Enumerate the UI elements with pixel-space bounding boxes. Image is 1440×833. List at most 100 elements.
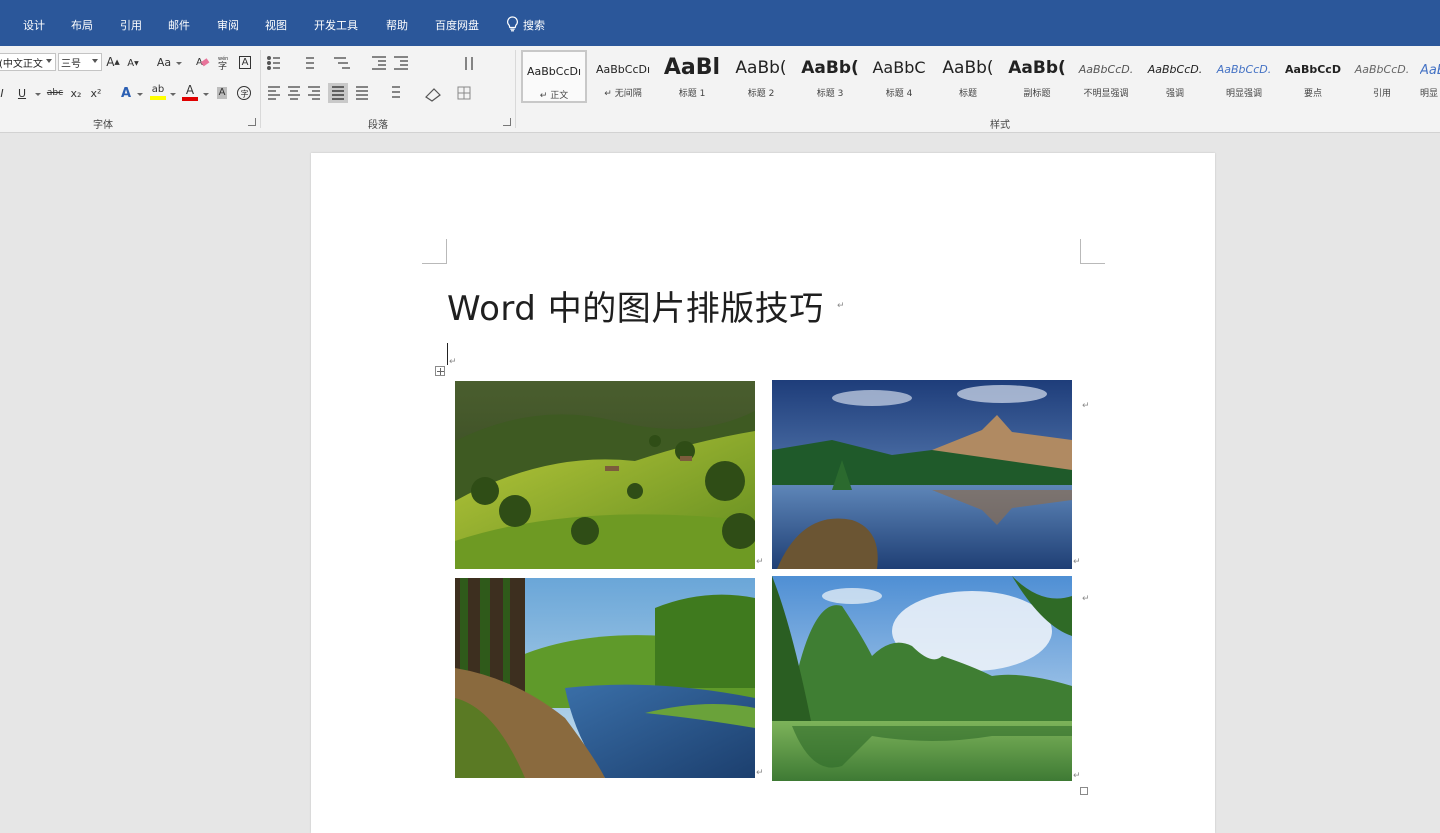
highlight-button[interactable]: ab — [148, 82, 168, 102]
style-name: 标题 1 — [678, 89, 706, 99]
multilevel-list-button[interactable] — [333, 53, 353, 73]
text-cursor — [447, 343, 448, 365]
strikethrough-button[interactable]: abc — [44, 83, 66, 103]
align-center-button[interactable] — [286, 83, 302, 103]
style-emphasis[interactable]: AaBbCcD. 强调 — [1142, 50, 1208, 103]
font-name-combo[interactable]: (中文正文 — [0, 53, 56, 71]
character-border-button[interactable]: A — [236, 52, 254, 72]
subscript-button[interactable]: x₂ — [68, 83, 84, 103]
green-hills-photo[interactable] — [455, 381, 755, 569]
font-color-button[interactable]: A — [181, 82, 199, 102]
phonetic-guide-button[interactable]: wén 字 — [215, 52, 233, 72]
superscript-button[interactable]: x² — [88, 83, 104, 103]
bullets-button[interactable] — [266, 53, 282, 73]
underline-button[interactable]: U — [15, 83, 29, 103]
tab-help[interactable]: 帮助 — [386, 17, 408, 33]
numbering-button[interactable] — [304, 53, 320, 73]
style-heading-2[interactable]: AaBb( 标题 2 — [728, 50, 794, 103]
svg-text:wén: wén — [218, 55, 228, 62]
style-sample: AaBb( — [942, 58, 994, 78]
increase-indent-button[interactable] — [392, 53, 410, 73]
subscript-icon: x₂ — [70, 86, 82, 100]
enclose-characters-button[interactable]: 字 — [235, 83, 253, 103]
sort-button[interactable] — [462, 53, 480, 73]
style-name: ↵ 正文 — [539, 91, 569, 101]
borders-button[interactable] — [452, 83, 478, 103]
style-heading-3[interactable]: AaBb( 标题 3 — [797, 50, 863, 103]
enclose-characters-icon: 字 — [237, 86, 251, 100]
style-sample: AaBb( — [735, 58, 787, 78]
font-color-bar — [182, 96, 198, 101]
green-hills-image — [455, 381, 755, 569]
tab-view[interactable]: 视图 — [265, 17, 287, 33]
tab-layout[interactable]: 布局 — [71, 17, 93, 33]
style-intense-emphasis[interactable]: AaBbCcD. 明显强调 — [1211, 50, 1277, 103]
document-title[interactable]: Word 中的图片排版技巧 — [447, 281, 824, 330]
justify-button[interactable] — [328, 83, 348, 103]
style-no-spacing[interactable]: AaBbCcDı ↵ 无间隔 — [590, 50, 656, 103]
shading-button[interactable] — [420, 83, 446, 103]
style-subtitle[interactable]: AaBb( 副标题 — [1004, 50, 1070, 103]
style-intense-quote[interactable]: AaBl 明显 — [1418, 50, 1440, 103]
karst-lake-photo[interactable] — [772, 576, 1072, 781]
text-effects-icon: A — [120, 85, 132, 101]
font-dialog-launcher-icon[interactable] — [248, 118, 256, 126]
font-size-dropdown-icon — [92, 59, 98, 63]
grow-font-button[interactable]: A ▲ — [106, 52, 120, 72]
style-name: 不明显强调 — [1083, 89, 1129, 99]
decrease-indent-button[interactable] — [370, 53, 388, 73]
ribbon: (中文正文 三号 A ▲ A ▼ Aa A wén 字 A I U abc x₂ x… — [0, 46, 1440, 133]
style-sample: AaBb( — [801, 58, 859, 78]
align-left-button[interactable] — [266, 83, 282, 103]
tab-review[interactable]: 审阅 — [217, 17, 239, 33]
tab-developer[interactable]: 开发工具 — [314, 17, 358, 33]
menu-bar: 设计 布局 引用 邮件 审阅 视图 开发工具 帮助 百度网盘 搜索 — [0, 0, 1440, 46]
style-heading-1[interactable]: AaBl 标题 1 — [659, 50, 725, 103]
style-sample: AaBb( — [1008, 58, 1066, 78]
font-size-combo[interactable]: 三号 — [58, 53, 102, 71]
paragraph-mark: ↵ — [756, 768, 764, 778]
style-sample: AaBl — [1420, 63, 1440, 78]
style-heading-4[interactable]: AaBbC 标题 4 — [866, 50, 932, 103]
tab-references[interactable]: 引用 — [120, 17, 142, 33]
mountain-lake-photo[interactable] — [772, 380, 1072, 569]
line-spacing-button[interactable] — [380, 83, 406, 103]
chinese-layout-button[interactable] — [420, 53, 446, 73]
document-page[interactable]: Word 中的图片排版技巧 ↵ ↵ ↵ ↵ ↵ ↵ ↵ ↵ — [311, 153, 1215, 833]
tab-design[interactable]: 设计 — [23, 17, 45, 33]
character-shading-button[interactable]: A — [214, 83, 230, 103]
svg-text:字: 字 — [218, 60, 227, 70]
style-normal[interactable]: AaBbCcDı ↵ 正文 — [521, 50, 587, 103]
tab-mailings[interactable]: 邮件 — [168, 17, 190, 33]
clear-formatting-button[interactable]: A — [194, 52, 212, 72]
table-resize-handle[interactable] — [1080, 787, 1088, 795]
paragraph-mark: ↵ — [449, 357, 457, 367]
paragraph-dialog-launcher-icon[interactable] — [503, 118, 511, 126]
style-name: 标题 2 — [747, 89, 775, 99]
italic-button[interactable]: I — [0, 83, 8, 103]
karst-lake-image — [772, 576, 1072, 781]
style-name: 明显强调 — [1225, 89, 1262, 99]
phonetic-guide-icon: wén 字 — [218, 55, 228, 70]
style-title[interactable]: AaBb( 标题 — [935, 50, 1001, 103]
style-strong[interactable]: AaBbCcD 要点 — [1280, 50, 1346, 103]
style-sample: AaBbC — [872, 58, 926, 77]
text-effects-button[interactable]: A — [118, 83, 134, 103]
show-hide-marks-button[interactable] — [492, 53, 510, 73]
grow-font-icon: A — [106, 55, 115, 69]
mountain-lake-image — [772, 380, 1072, 569]
table-move-handle-icon[interactable] — [435, 366, 445, 376]
change-case-button[interactable]: Aa — [152, 52, 176, 72]
align-right-button[interactable] — [306, 83, 322, 103]
tab-baidu-netdisk[interactable]: 百度网盘 — [435, 17, 479, 33]
forest-river-photo[interactable] — [455, 578, 755, 778]
distributed-button[interactable] — [352, 83, 368, 103]
change-case-icon: Aa — [156, 55, 172, 69]
highlighter-icon: ab — [151, 84, 165, 95]
highlight-color-bar — [150, 96, 166, 100]
style-quote[interactable]: AaBbCcD. 引用 — [1349, 50, 1415, 103]
style-subtle-emphasis[interactable]: AaBbCcD. 不明显强调 — [1073, 50, 1139, 103]
paragraph-mark: ↵ — [1082, 401, 1090, 411]
shrink-font-button[interactable]: A ▼ — [126, 53, 140, 73]
styles-group-label: 样式 — [990, 120, 1010, 131]
